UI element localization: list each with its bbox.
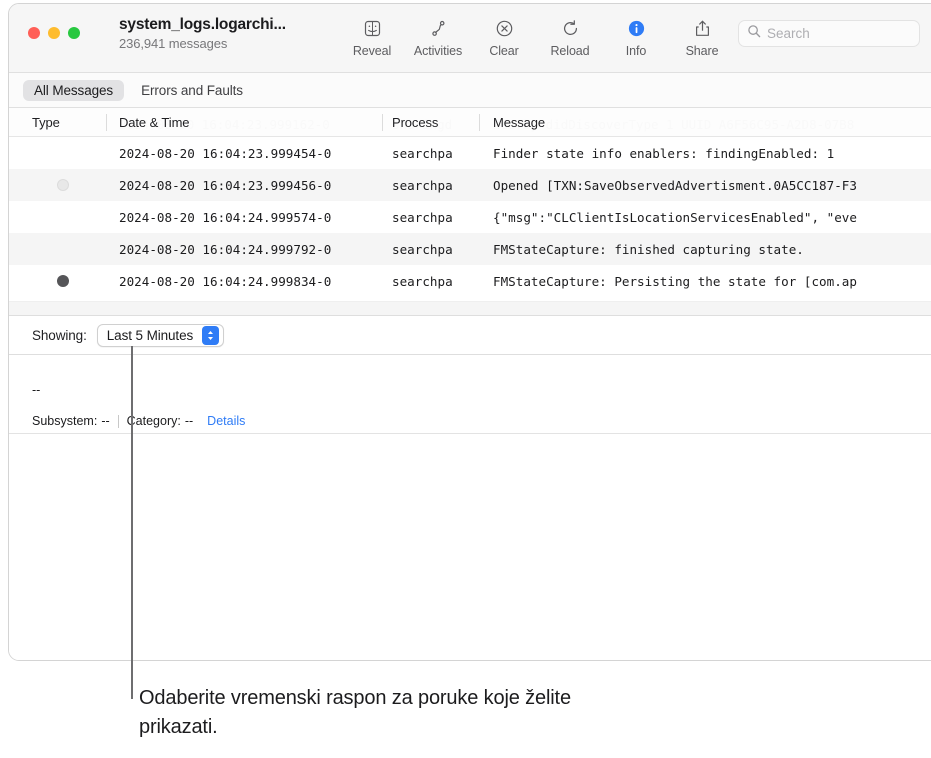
toolbar-buttons: Reveal Activities Clear Reload Info Shar… (339, 15, 735, 58)
window-title-group: system_logs.logarchi... 236,941 messages (119, 16, 334, 51)
info-label: Info (625, 44, 647, 58)
callout-caption: Odaberite vremenski raspon za poruke koj… (139, 687, 571, 738)
cell-process: searchpa (392, 241, 453, 257)
table-row[interactable]: 2024-08-20 16:04:23.999454-0 searchpa Fi… (9, 137, 931, 169)
activities-button[interactable]: Activities (405, 15, 471, 58)
reload-label: Reload (550, 44, 590, 58)
screenshot-root: system_logs.logarchi... 236,941 messages (0, 0, 931, 758)
minimize-button[interactable] (48, 27, 60, 39)
column-divider-2[interactable] (382, 114, 383, 131)
search-placeholder: Search (767, 26, 810, 41)
column-divider-3[interactable] (479, 114, 480, 131)
window-toolbar: system_logs.logarchi... 236,941 messages (9, 4, 931, 73)
cell-datetime: 2024-08-20 16:04:23.999454-0 (119, 145, 332, 161)
detail-subsystem-value: -- (101, 414, 110, 428)
filter-tab-bar: All Messages Errors and Faults (9, 73, 931, 108)
info-button[interactable]: Info (603, 15, 669, 58)
cell-datetime: 2024-08-20 16:04:23.999456-0 (119, 177, 332, 193)
type-indicator-icon (57, 275, 69, 287)
message-count: 236,941 messages (119, 36, 228, 51)
detail-subsystem-label: Subsystem: (32, 414, 98, 428)
cell-datetime: 2024-08-20 16:04:24.999834-0 (119, 273, 332, 289)
log-table: 2024-08-20 16:04:23.999162-0 sharingd Ne… (9, 108, 931, 315)
table-row[interactable]: 2024-08-20 16:04:24.999834-0 searchpa FM… (9, 265, 931, 297)
tab-errors-and-faults[interactable]: Errors and Faults (130, 80, 254, 101)
cell-datetime: 2024-08-20 16:04:24.999792-0 (119, 241, 332, 257)
reveal-label: Reveal (352, 44, 392, 58)
console-window: system_logs.logarchi... 236,941 messages (8, 3, 931, 661)
log-rows: 2024-08-20 16:04:23.999454-0 searchpa Fi… (9, 137, 931, 297)
details-link[interactable]: Details (207, 414, 245, 428)
window-title: system_logs.logarchi... (119, 16, 286, 33)
search-field[interactable]: Search (738, 20, 920, 47)
cell-message: Finder state info enablers: findingEnabl… (493, 145, 835, 161)
time-range-value: Last 5 Minutes (106, 327, 194, 343)
close-button[interactable] (28, 27, 40, 39)
search-magnifier-icon (747, 24, 761, 43)
column-header-type[interactable]: Type (32, 115, 60, 130)
traffic-lights (28, 27, 80, 39)
chevron-up-down-icon (202, 325, 220, 345)
reload-button[interactable]: Reload (537, 15, 603, 58)
cell-message: FMStateCapture: finished capturing state… (493, 241, 804, 257)
column-header-process[interactable]: Process (392, 115, 438, 130)
column-divider-1[interactable] (106, 114, 107, 131)
detail-category-value: -- (184, 414, 194, 428)
table-header-row: Type Date & Time Process Message (9, 108, 931, 137)
cell-process: searchpa (392, 145, 453, 161)
activities-graph-icon (429, 15, 448, 41)
table-row[interactable]: 2024-08-20 16:04:24.999792-0 searchpa FM… (9, 233, 931, 265)
maximize-button[interactable] (68, 27, 80, 39)
column-header-message[interactable]: Message (493, 115, 545, 130)
time-range-popup-button[interactable]: Last 5 Minutes (96, 323, 225, 347)
type-indicator-icon (57, 179, 69, 191)
message-detail-pane: -- Subsystem: -- Category: -- Details -- (9, 355, 931, 660)
table-row[interactable]: 2024-08-20 16:04:23.999456-0 searchpa Op… (9, 169, 931, 201)
cell-process: searchpa (392, 177, 453, 193)
share-button[interactable]: Share (669, 15, 735, 58)
activities-label: Activities (413, 44, 463, 58)
detail-category-label: Category: (126, 414, 181, 428)
showing-filter-bar: Showing: Last 5 Minutes (9, 315, 931, 355)
cell-message: FMStateCapture: Persisting the state for… (493, 273, 857, 289)
info-circle-icon (627, 15, 646, 41)
table-row[interactable]: 2024-08-20 16:04:24.999574-0 searchpa {"… (9, 201, 931, 233)
clear-circle-x-icon (495, 15, 514, 41)
column-header-date-time[interactable]: Date & Time (119, 115, 190, 130)
metadata-divider (117, 414, 119, 428)
cell-message: Opened [TXN:SaveObservedAdvertisment.0A5… (493, 177, 857, 193)
clipped-row-edge (9, 301, 931, 315)
showing-label: Showing: (32, 327, 87, 343)
callout-leader-line (131, 346, 133, 699)
tab-all-messages[interactable]: All Messages (23, 79, 125, 101)
cell-process: searchpa (392, 209, 453, 225)
cell-message: {"msg":"CLClientIsLocationServicesEnable… (493, 209, 857, 225)
reload-refresh-icon (561, 15, 580, 41)
cell-process: searchpa (392, 273, 453, 289)
clear-button[interactable]: Clear (471, 15, 537, 58)
reveal-button[interactable]: Reveal (339, 15, 405, 58)
cell-datetime: 2024-08-20 16:04:24.999574-0 (119, 209, 332, 225)
detail-divider (9, 433, 931, 434)
share-upload-icon (693, 15, 712, 41)
clear-label: Clear (489, 44, 519, 58)
share-label: Share (685, 44, 719, 58)
finder-reveal-icon (363, 15, 382, 41)
detail-metadata-row: Subsystem: -- Category: -- Details -- (32, 414, 931, 428)
detail-message: -- (32, 383, 41, 397)
